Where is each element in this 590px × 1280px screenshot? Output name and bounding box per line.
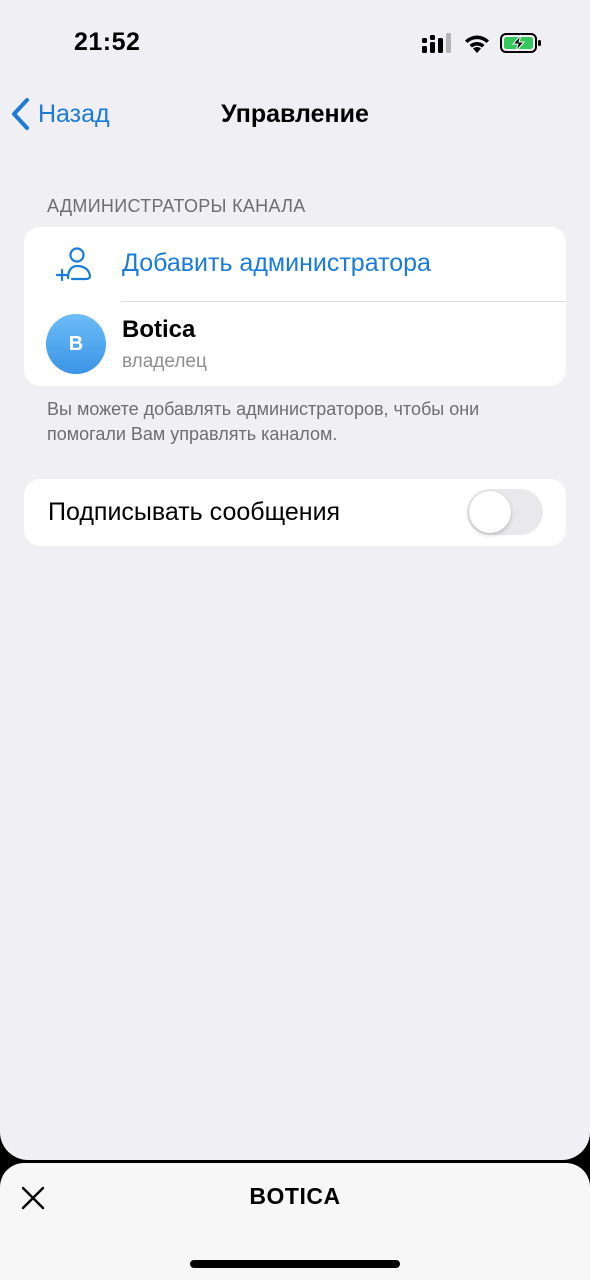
toggle-knob xyxy=(469,491,511,533)
signal-icon xyxy=(422,33,451,53)
avatar: B xyxy=(46,314,106,374)
home-indicator xyxy=(190,1260,400,1268)
add-admin-label: Добавить администратора xyxy=(122,249,431,277)
status-time: 21:52 xyxy=(74,28,141,56)
management-screen: 21:52 Назад Управление АДМИНИСТРАТОРЫ КА… xyxy=(0,0,590,1160)
add-person-icon xyxy=(55,247,92,282)
sheet-title: BOTICA xyxy=(249,1183,341,1209)
admins-section-footer: Вы можете добавлять администраторов, что… xyxy=(47,399,480,444)
owner-row[interactable]: B Botica владелец xyxy=(24,302,566,386)
admins-card: Добавить администратора B Botica владеле… xyxy=(24,227,566,386)
page-title: Управление xyxy=(221,100,369,128)
status-bar: 21:52 xyxy=(0,0,590,80)
sign-messages-toggle[interactable] xyxy=(467,489,543,535)
bottom-sheet: BOTICA xyxy=(0,1163,590,1280)
owner-name: Botica xyxy=(122,316,196,343)
wifi-icon xyxy=(465,35,489,53)
add-admin-button[interactable]: Добавить администратора xyxy=(24,227,566,301)
owner-role: владелец xyxy=(122,351,207,372)
sign-messages-label: Подписывать сообщения xyxy=(48,498,341,526)
sign-messages-card: Подписывать сообщения xyxy=(24,479,566,546)
battery-charging-icon xyxy=(500,33,541,53)
admins-section-header: АДМИНИСТРАТОРЫ КАНАЛА xyxy=(47,196,306,216)
